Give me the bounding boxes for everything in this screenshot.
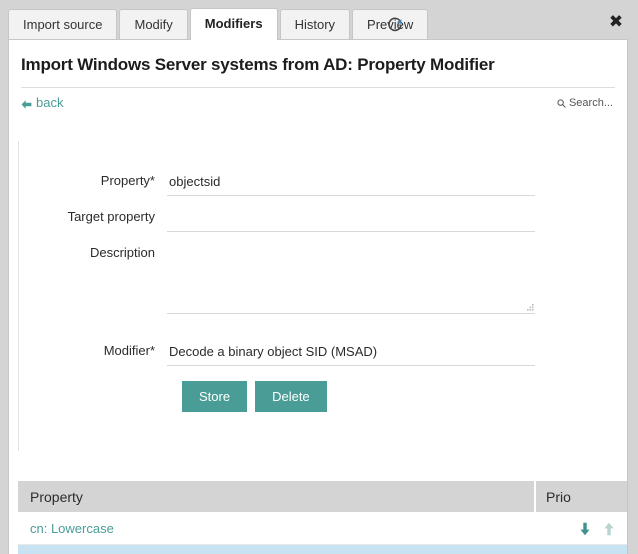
tab-history[interactable]: History	[280, 9, 350, 40]
description-label: Description	[19, 243, 167, 263]
table-body: cn: Lowercase	[18, 513, 628, 554]
table-header-row: Property Prio	[18, 481, 628, 513]
search-input[interactable]: Search...	[557, 97, 613, 109]
back-label: back	[36, 95, 63, 110]
property-modifier-form: Property* Target property Description	[18, 141, 618, 451]
table-head: Property Prio	[18, 481, 628, 513]
form-row-target-property: Target property	[19, 207, 535, 232]
cell-prio	[535, 513, 628, 545]
tab-modify[interactable]: Modify	[119, 9, 187, 40]
search-placeholder-text: Search...	[569, 97, 613, 109]
table-row[interactable]: objectsid: Decode a binary object SID (M…	[18, 545, 628, 554]
back-link[interactable]: back	[21, 95, 63, 110]
move-up-icon	[603, 522, 615, 536]
target-property-input[interactable]	[167, 207, 535, 232]
page-title: Import Windows Server systems from AD: P…	[9, 40, 627, 87]
delete-button[interactable]: Delete	[255, 381, 327, 412]
window-tab-bar: Import source Modify Modifiers History P…	[0, 0, 638, 40]
close-icon[interactable]: ✖	[607, 13, 625, 31]
cell-property[interactable]: cn: Lowercase	[18, 513, 535, 545]
tab-modifiers[interactable]: Modifiers	[190, 8, 278, 40]
form-row-description: Description	[19, 243, 535, 314]
property-input[interactable]	[167, 171, 535, 196]
column-header-property[interactable]: Property	[18, 481, 535, 513]
property-label: Property*	[19, 171, 167, 191]
column-header-prio[interactable]: Prio	[535, 481, 628, 513]
target-property-label: Target property	[19, 207, 167, 227]
tab-import-source[interactable]: Import source	[8, 9, 117, 40]
form-row-modifier: Modifier*	[19, 341, 535, 366]
store-button[interactable]: Store	[182, 381, 247, 412]
modifier-label: Modifier*	[19, 341, 167, 361]
description-textarea[interactable]	[167, 243, 535, 314]
refresh-icon[interactable]	[385, 15, 405, 35]
arrow-left-icon	[21, 98, 32, 109]
search-icon	[557, 99, 566, 108]
sub-toolbar: back Search...	[9, 88, 627, 119]
description-wrap	[167, 243, 535, 314]
cell-prio	[535, 545, 628, 554]
move-down-icon[interactable]	[579, 522, 591, 536]
table-row[interactable]: cn: Lowercase	[18, 513, 628, 545]
tab-list: Import source Modify Modifiers History P…	[8, 8, 430, 40]
modifier-input[interactable]	[167, 341, 535, 366]
main-panel: Import Windows Server systems from AD: P…	[8, 39, 628, 554]
modifiers-table: Property Prio cn: Lowercase	[18, 481, 628, 554]
form-button-row: Store Delete	[182, 381, 327, 412]
priority-arrows	[545, 522, 628, 536]
form-row-property: Property*	[19, 171, 535, 196]
cell-property[interactable]: objectsid: Decode a binary object SID (M…	[18, 545, 535, 554]
